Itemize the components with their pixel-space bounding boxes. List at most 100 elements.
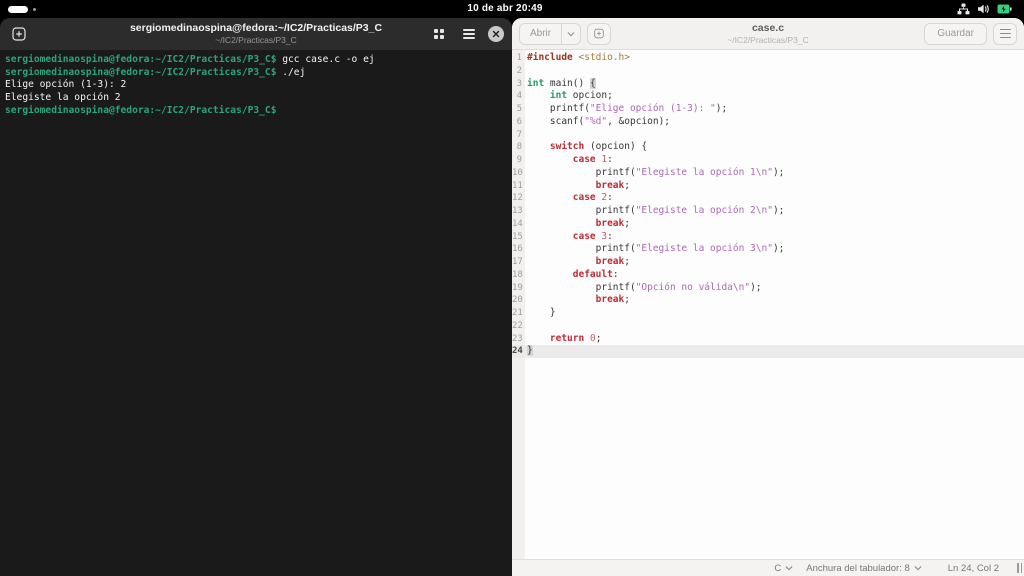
code-line: 13 printf("Elegiste la opción 2\n");	[512, 205, 785, 216]
hamburger-menu-icon	[999, 28, 1011, 39]
line-number: 21	[512, 308, 523, 318]
terminal-title-group: sergiomedinaospina@fedora:~/IC2/Practica…	[66, 22, 446, 45]
code-line: 2	[512, 65, 1024, 78]
line-number: 24	[512, 346, 523, 357]
editor-menu-button[interactable]	[993, 22, 1017, 45]
terminal-line: Elegiste la opción 2	[5, 92, 121, 104]
save-button[interactable]: Guardar	[924, 22, 987, 45]
editor-window: Abrir case.c ~/IC2/Practicas/P3_C Guarda…	[512, 18, 1024, 576]
code-line: 17 break;	[512, 256, 630, 267]
code-line: 24}	[512, 345, 1024, 358]
line-number: 20	[512, 295, 523, 306]
line-number: 1	[516, 53, 522, 63]
editor-header-actions: Guardar	[924, 22, 1017, 45]
line-number: 15	[512, 231, 523, 242]
terminal-line: sergiomedinaospina@fedora:~/IC2/Practica…	[5, 104, 277, 116]
new-tab-icon	[594, 28, 604, 39]
code-line: 20 break;	[512, 294, 630, 306]
code-line: 22	[512, 320, 1024, 333]
new-tab-icon	[12, 27, 26, 41]
line-number: 11	[512, 180, 523, 191]
system-tray[interactable]	[957, 0, 1012, 18]
line-number: 2	[516, 65, 522, 76]
code-line: 9 case 1:	[512, 154, 1024, 167]
workspace-indicator[interactable]	[8, 0, 36, 18]
code-line: 11 break;	[512, 179, 630, 191]
terminal-window: sergiomedinaospina@fedora:~/IC2/Practica…	[0, 18, 512, 576]
code-line: 6 scanf("%d", &opcion);	[512, 116, 1024, 129]
code-line: 19 printf("Opción no válida\n");	[512, 281, 762, 293]
line-number: 6	[516, 116, 522, 127]
code-line: 15 case 3:	[512, 230, 613, 242]
code-line: 8 switch (opcion) {	[512, 141, 1024, 154]
line-number: 23	[512, 333, 523, 344]
line-number: 3	[516, 78, 522, 89]
workspace-active-pill[interactable]	[8, 5, 28, 13]
line-number: 9	[516, 155, 522, 165]
workspace-dot[interactable]	[33, 7, 36, 11]
document-path: ~/IC2/Practicas/P3_C	[727, 35, 809, 45]
open-button[interactable]: Abrir	[520, 24, 561, 44]
line-number: 5	[516, 104, 522, 114]
language-selector[interactable]: C	[774, 563, 793, 574]
code-line: 21 }	[512, 307, 556, 318]
volume-icon	[978, 4, 989, 14]
line-number: 13	[512, 206, 523, 216]
terminal-close-button[interactable]	[488, 26, 504, 42]
code-editor-area[interactable]: 1 #include <stdio.h> 2 3 int main() {4 int o…	[512, 50, 1024, 559]
line-number: 22	[512, 320, 523, 331]
chevron-down-icon	[914, 566, 922, 571]
tab-width-label: Anchura del tabulador: 8	[806, 562, 910, 574]
code-line: 18 default:	[512, 268, 619, 280]
close-icon	[492, 30, 500, 38]
line-number: 14	[512, 218, 523, 229]
terminal-line: sergiomedinaospina@fedora:~/IC2/Practica…	[5, 66, 306, 78]
open-dropdown-button[interactable]	[561, 23, 580, 44]
code-line: 5 printf("Elige opción (1-3): ");	[512, 103, 1024, 116]
editor-statusbar: C Anchura del tabulador: 8 Ln 24, Col 2	[512, 559, 1024, 576]
battery-icon	[997, 4, 1012, 14]
terminal-line: sergiomedinaospina@fedora:~/IC2/Practica…	[5, 54, 375, 65]
line-number: 19	[512, 282, 523, 293]
terminal-menu-button[interactable]	[458, 23, 480, 45]
clock[interactable]: 10 de abr 20:49	[467, 0, 542, 18]
line-number: 8	[516, 142, 522, 153]
line-number: 12	[512, 193, 523, 204]
code-line: 23 return 0;	[512, 332, 602, 344]
code-line: 3 int main() {	[512, 77, 1024, 91]
code-line: 1 #include <stdio.h>	[512, 52, 1024, 65]
editor-title-group: case.c ~/IC2/Practicas/P3_C	[618, 22, 918, 45]
terminal-output[interactable]: sergiomedinaospina@fedora:~/IC2/Practica…	[0, 50, 512, 117]
editor-headerbar[interactable]: Abrir case.c ~/IC2/Practicas/P3_C Guarda…	[512, 18, 1024, 50]
code-line: 16 printf("Elegiste la opción 3\n");	[512, 243, 785, 255]
code-line: 14 break;	[512, 217, 630, 229]
tab-width-selector[interactable]: Anchura del tabulador: 8	[806, 563, 922, 574]
code-line: 4 int opcion;	[512, 90, 1024, 103]
line-number: 17	[512, 257, 523, 267]
language-label: C	[774, 562, 782, 574]
hamburger-menu-icon	[463, 29, 475, 39]
line-number: 7	[516, 129, 522, 140]
terminal-title: sergiomedinaospina@fedora:~/IC2/Practica…	[129, 22, 383, 34]
terminal-subtitle: ~/IC2/Practicas/P3_C	[215, 35, 297, 45]
desktop: 10 de abr 20:49 sergiomedinaospina@fedor…	[0, 0, 1024, 576]
code-line: 12 case 2:	[512, 192, 613, 204]
document-title: case.c	[751, 22, 785, 34]
top-bar: 10 de abr 20:49	[0, 0, 1024, 18]
line-number: 4	[516, 91, 522, 102]
chevron-down-icon	[785, 566, 793, 571]
terminal-line: Elige opción (1-3): 2	[5, 79, 127, 91]
code-lines: 1 #include <stdio.h> 2 3 int main() {4 int o…	[512, 52, 1024, 358]
cursor-position: Ln 24, Col 2	[947, 562, 999, 574]
line-number: 18	[512, 269, 523, 280]
chevron-down-icon	[567, 31, 575, 36]
editor-new-tab-button[interactable]	[587, 22, 612, 45]
line-number: 10	[512, 167, 523, 178]
terminal-headerbar[interactable]: sergiomedinaospina@fedora:~/IC2/Practica…	[0, 18, 512, 50]
code-line: 7	[512, 129, 1024, 142]
statusbar-clipped-item	[1017, 563, 1024, 573]
network-wired-icon	[957, 3, 970, 15]
code-line: 10 printf("Elegiste la opción 1\n");	[512, 166, 785, 178]
line-number: 16	[512, 244, 523, 255]
terminal-new-tab-button[interactable]	[8, 23, 30, 45]
